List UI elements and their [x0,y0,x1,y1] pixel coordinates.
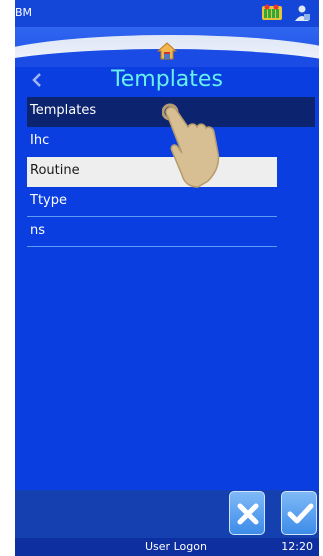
status-title: BM [15,6,33,19]
home-icon[interactable] [156,41,178,65]
list-item-label: Routine [30,163,80,178]
clock: 12:20 [281,540,313,553]
user-network-icon[interactable] [293,4,311,25]
hand-pointer-icon [161,101,222,193]
list-item-ns[interactable]: ns [27,217,277,247]
ok-button[interactable] [281,491,317,535]
list-item-label: Ttype [30,193,67,208]
user-logon-link[interactable]: User Logon [145,538,207,556]
list-item-ttype[interactable]: Ttype [27,187,277,217]
printer-status-icon[interactable] [261,4,283,25]
action-bar [15,490,319,538]
cancel-button[interactable] [229,491,265,535]
device-screen: BM Templates Templates Ihc Routine Ttype… [15,0,319,556]
list-item-label: Templates [30,103,97,118]
close-icon [237,503,259,525]
list-item-label: Ihc [30,133,50,148]
check-icon [287,503,314,524]
list-item-routine[interactable]: Routine [27,157,277,187]
page-title: Templates [111,67,223,92]
page-header: Templates [15,66,319,94]
status-bar: BM [15,0,319,27]
footer-bar: User Logon 12:20 [15,538,319,556]
list-item-label: ns [30,223,46,238]
